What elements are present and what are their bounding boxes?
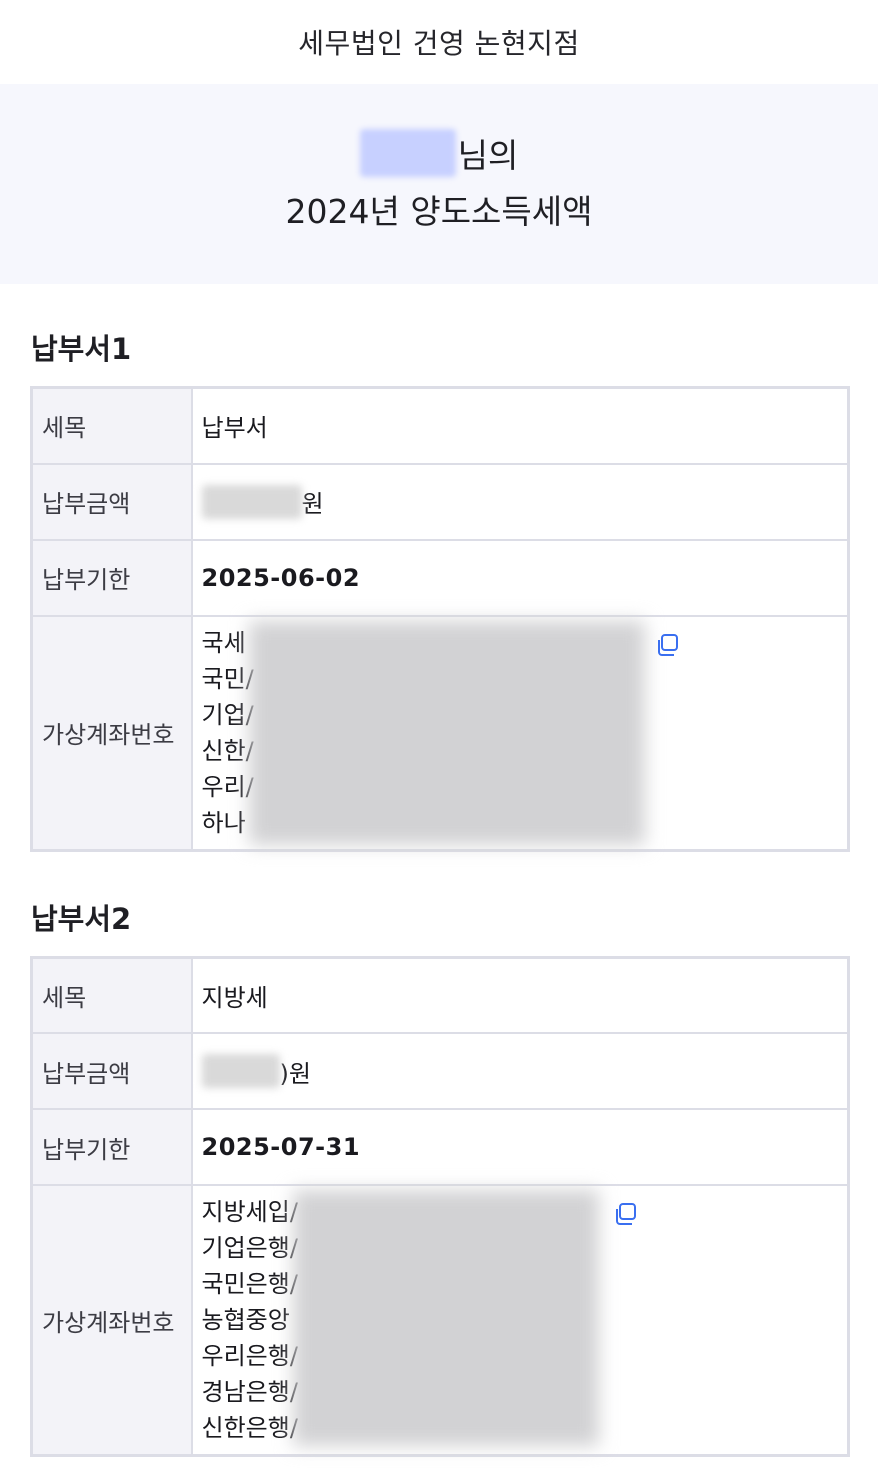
hero-banner: 님의 2024년 양도소득세액 — [0, 84, 878, 284]
table-row-account: 가상계좌번호 국세 국민/ 기업/ 신한/ 우리/ 하나 — [30, 614, 850, 851]
copy-icon[interactable] — [653, 631, 681, 659]
app-header: 세무법인 건영 논현지점 — [0, 0, 878, 84]
value-tax-item: 납부서 — [190, 386, 850, 465]
value-due: 2025-07-31 — [190, 1108, 850, 1186]
value-account: 지방세입/ 기업은행/ 국민은행/ 농협중앙 우리은행/ 경남은행/ 신한은행/ — [190, 1184, 850, 1457]
value-amount: )원 — [190, 1032, 850, 1110]
redacted-account-numbers — [248, 620, 645, 845]
amount-unit: 원 — [301, 490, 324, 518]
value-tax-item: 지방세 — [190, 956, 850, 1034]
page-title: 세무법인 건영 논현지점 — [298, 27, 580, 60]
hero-suffix: 님의 — [457, 136, 519, 175]
redacted-name — [359, 129, 456, 177]
label-amount: 납부금액 — [30, 462, 193, 541]
label-account: 가상계좌번호 — [30, 1184, 193, 1457]
label-tax-item: 세목 — [30, 956, 193, 1034]
section-title-2: 납부서2 — [31, 901, 132, 936]
redacted-account-numbers — [292, 1190, 599, 1446]
table-row-due: 납부기한 2025-06-02 — [30, 538, 850, 617]
hero-subtitle: 2024년 양도소득세액 — [285, 192, 593, 231]
table-row-due: 납부기한 2025-07-31 — [30, 1108, 850, 1186]
section-title-1: 납부서1 — [31, 332, 132, 366]
label-amount: 납부금액 — [30, 1032, 193, 1110]
value-account: 국세 국민/ 기업/ 신한/ 우리/ 하나 — [190, 614, 850, 851]
table-row-account: 가상계좌번호 지방세입/ 기업은행/ 국민은행/ 농협중앙 우리은행/ 경남은행… — [30, 1184, 850, 1457]
hero-name-line: 님의 — [359, 127, 519, 179]
table-row-amount: 납부금액 )원 — [30, 1032, 850, 1110]
value-due: 2025-06-02 — [190, 538, 850, 617]
table-row-tax-item: 세목 납부서 — [30, 386, 850, 465]
label-account: 가상계좌번호 — [30, 614, 193, 851]
redacted-amount — [201, 1054, 280, 1088]
redacted-amount — [201, 484, 302, 519]
table-row-tax-item: 세목 지방세 — [30, 956, 850, 1034]
label-due: 납부기한 — [30, 1108, 193, 1186]
label-tax-item: 세목 — [30, 386, 193, 465]
amount-unit: )원 — [279, 1059, 311, 1088]
copy-icon[interactable] — [611, 1200, 639, 1228]
value-amount: 원 — [190, 462, 850, 541]
table-row-amount: 납부금액 원 — [30, 462, 850, 541]
payment-table-2: 세목 지방세 납부금액 )원 납부기한 2025-07-31 가상계좌번호 지방… — [30, 955, 850, 1457]
label-due: 납부기한 — [30, 538, 193, 617]
payment-table-1: 세목 납부서 납부금액 원 납부기한 2025-06-02 가상계좌번호 국세 … — [30, 386, 850, 852]
